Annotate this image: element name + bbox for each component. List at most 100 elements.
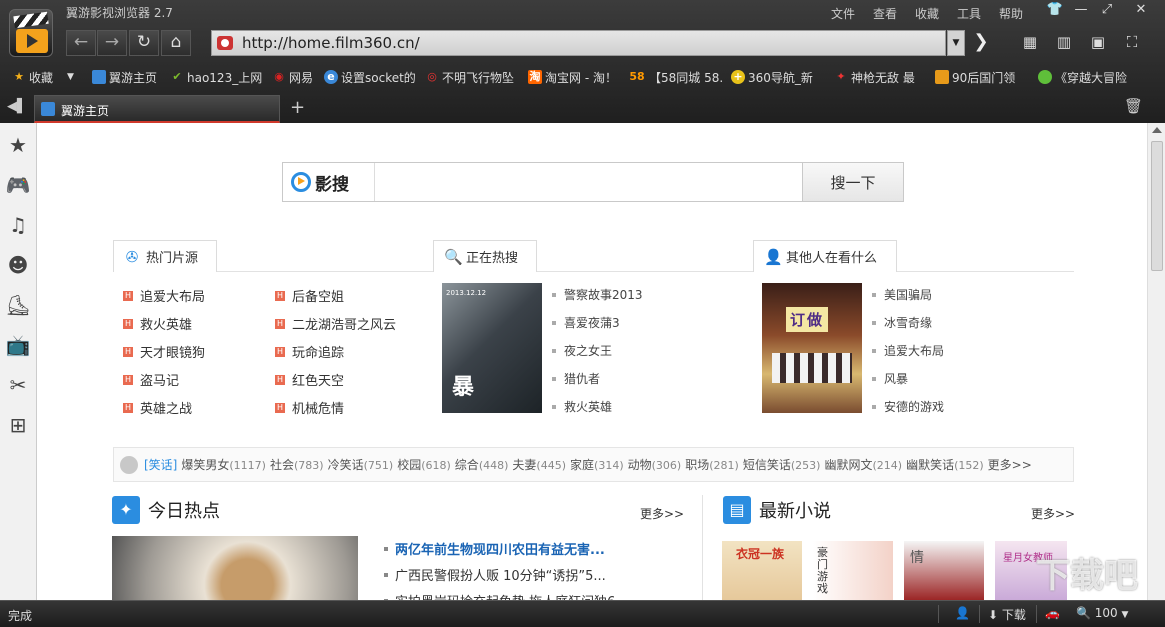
bookmark-item[interactable]: 淘淘宝网 - 淘！ (528, 68, 617, 86)
joke-category[interactable]: 爆笑男女(1117) (181, 456, 266, 473)
bookmark-item[interactable]: 58 【58同城 58. (628, 68, 723, 86)
hot-item[interactable]: H 英雄之战 (123, 398, 192, 417)
others-item[interactable]: 风暴 (872, 370, 908, 387)
news-item[interactable]: 广西民警假扮人贩 10分钟“诱拐”5... (384, 565, 606, 584)
movie-poster[interactable]: 2013.12.12 暴 (442, 283, 542, 413)
menu-file[interactable]: 文件 (831, 5, 855, 22)
hot-item[interactable]: H 二龙湖浩哥之风云 (275, 314, 396, 333)
bookmark-item[interactable]: ◉ 网易 (272, 68, 313, 86)
zoom-control[interactable]: 🔍 100 ▼ (1076, 606, 1128, 620)
screenshot-icon[interactable]: ▣ (1087, 33, 1109, 53)
joke-category[interactable]: 校园(618) (397, 456, 451, 473)
novel-cover[interactable]: 豪门游戏 (813, 541, 893, 600)
back-button[interactable]: ← (66, 30, 96, 56)
search-item[interactable]: 夜之女王 (552, 342, 612, 359)
hot-item[interactable]: H 盗马记 (123, 370, 179, 389)
joke-category[interactable]: 冷笑话(751) (328, 456, 394, 473)
news-image[interactable] (112, 536, 358, 600)
joke-category[interactable]: 综合(448) (455, 456, 509, 473)
home-button[interactable]: ⌂ (161, 30, 191, 56)
bookmark-item[interactable]: ✦ 神枪无敌 最 (834, 68, 914, 86)
skin-icon[interactable]: 👕 (1045, 2, 1065, 17)
download-button[interactable]: ⬇ 下载 (988, 606, 1026, 623)
user-icon[interactable]: 👤 (955, 606, 970, 620)
others-item[interactable]: 安德的游戏 (872, 398, 944, 415)
joke-category[interactable]: 职场(281) (685, 456, 739, 473)
bookmark-item[interactable]: ◎ 不明飞行物坠 (425, 68, 514, 86)
go-button[interactable]: ❯ (970, 30, 992, 56)
music-icon[interactable]: ♫ (4, 211, 32, 239)
shoe-icon[interactable]: ⛸ (4, 291, 32, 319)
joke-category[interactable]: 社会(783) (270, 456, 324, 473)
others-item[interactable]: 冰雪奇缘 (872, 314, 932, 331)
jokes-tag[interactable]: [笑话] (144, 456, 177, 473)
hot-item[interactable]: H 后备空姐 (275, 286, 344, 305)
close-icon[interactable]: ✕ (1131, 2, 1151, 17)
menu-view[interactable]: 查看 (873, 5, 897, 22)
tab-hot-search[interactable]: 🔍 正在热搜 (433, 240, 537, 272)
news-item[interactable]: 实拍黑岩玛捡充起魚势 拖人庭狂问独6... (384, 591, 628, 600)
trash-icon[interactable]: 🗑 (1124, 97, 1143, 115)
jokes-more-link[interactable]: 更多>> (988, 456, 1032, 473)
bookmark-item[interactable]: 90后国门领 (935, 68, 1015, 86)
url-dropdown-button[interactable]: ▼ (947, 30, 965, 56)
bookmark-favorites[interactable]: ★ 收藏 ▼ (12, 68, 74, 86)
vertical-scrollbar[interactable] (1147, 123, 1165, 600)
hot-item[interactable]: H 红色天空 (275, 370, 344, 389)
joke-category[interactable]: 短信笑话(253) (743, 456, 821, 473)
forward-button[interactable]: → (97, 30, 127, 56)
search-item[interactable]: 喜爱夜蒲3 (552, 314, 620, 331)
search-item[interactable]: 猎仇者 (552, 370, 600, 387)
search-input[interactable] (377, 165, 797, 199)
hot-item[interactable]: H 天才眼镜狗 (123, 342, 205, 361)
search-button[interactable]: 搜一下 (802, 162, 904, 202)
joke-category[interactable]: 夫妻(445) (512, 456, 566, 473)
others-item[interactable]: 追爱大布局 (872, 342, 944, 359)
joke-category[interactable]: 幽默网文(214) (824, 456, 902, 473)
tab-others-watching[interactable]: 👤 其他人在看什么 (753, 240, 897, 272)
scroll-up-icon[interactable] (1152, 127, 1162, 133)
joke-category[interactable]: 家庭(314) (570, 456, 624, 473)
windows-icon[interactable]: ⊞ (4, 411, 32, 439)
tools-icon[interactable]: ✂ (4, 371, 32, 399)
car-icon[interactable]: 🚗 (1045, 606, 1060, 620)
gamepad-icon[interactable]: 🎮 (4, 171, 32, 199)
star-icon[interactable]: ★ (4, 131, 32, 159)
bookmark-item[interactable]: 《穿越大冒险 (1038, 68, 1127, 86)
minimize-icon[interactable]: — (1071, 2, 1091, 17)
refresh-button[interactable]: ↻ (129, 30, 159, 56)
novel-cover[interactable]: 情 (904, 541, 984, 600)
maximize-icon[interactable]: ⤢ (1097, 2, 1117, 17)
tab-hot-sources[interactable]: ✇ 热门片源 (113, 240, 217, 272)
joke-category[interactable]: 动物(306) (628, 456, 682, 473)
today-more-link[interactable]: 更多>> (640, 505, 684, 522)
novel-cover[interactable]: 衣冠一族 (722, 541, 802, 600)
new-tab-button[interactable]: + (290, 97, 305, 118)
tv-icon[interactable]: 📺 (4, 331, 32, 359)
bookmark-item[interactable]: 翼游主页 (92, 68, 157, 86)
hot-item[interactable]: H 救火英雄 (123, 314, 192, 333)
film-strip-icon[interactable]: ▦ (1019, 33, 1041, 53)
sidebar-toggle-icon[interactable]: ◀▌ (7, 99, 27, 114)
search-item[interactable]: 警察故事2013 (552, 286, 643, 303)
hot-item[interactable]: H 机械危情 (275, 398, 344, 417)
news-item[interactable]: 两亿年前生物现四川农田有益无害... (384, 539, 605, 558)
menu-help[interactable]: 帮助 (999, 5, 1023, 22)
scroll-thumb[interactable] (1151, 141, 1163, 271)
hot-item[interactable]: H 追爱大布局 (123, 286, 205, 305)
search-item[interactable]: 救火英雄 (552, 398, 612, 415)
movie-poster[interactable]: 订做 (762, 283, 862, 413)
bookmark-item[interactable]: ✔ hao123_上网 (170, 68, 262, 86)
bookmark-item[interactable]: +360导航_新 (731, 68, 813, 86)
url-input[interactable] (242, 33, 932, 53)
bookmark-item[interactable]: e 设置socket的 (324, 68, 416, 86)
smiley-icon[interactable]: ☻ (4, 251, 32, 279)
novels-more-link[interactable]: 更多>> (1031, 505, 1075, 522)
hot-item[interactable]: H 玩命追踪 (275, 342, 344, 361)
others-item[interactable]: 美国骗局 (872, 286, 932, 303)
menu-tools[interactable]: 工具 (957, 5, 981, 22)
menu-favorites[interactable]: 收藏 (915, 5, 939, 22)
book-icon[interactable]: ▥ (1053, 33, 1075, 53)
fullscreen-icon[interactable]: ⛶ (1121, 33, 1143, 53)
tab-home[interactable]: 翼游主页 (34, 95, 280, 123)
